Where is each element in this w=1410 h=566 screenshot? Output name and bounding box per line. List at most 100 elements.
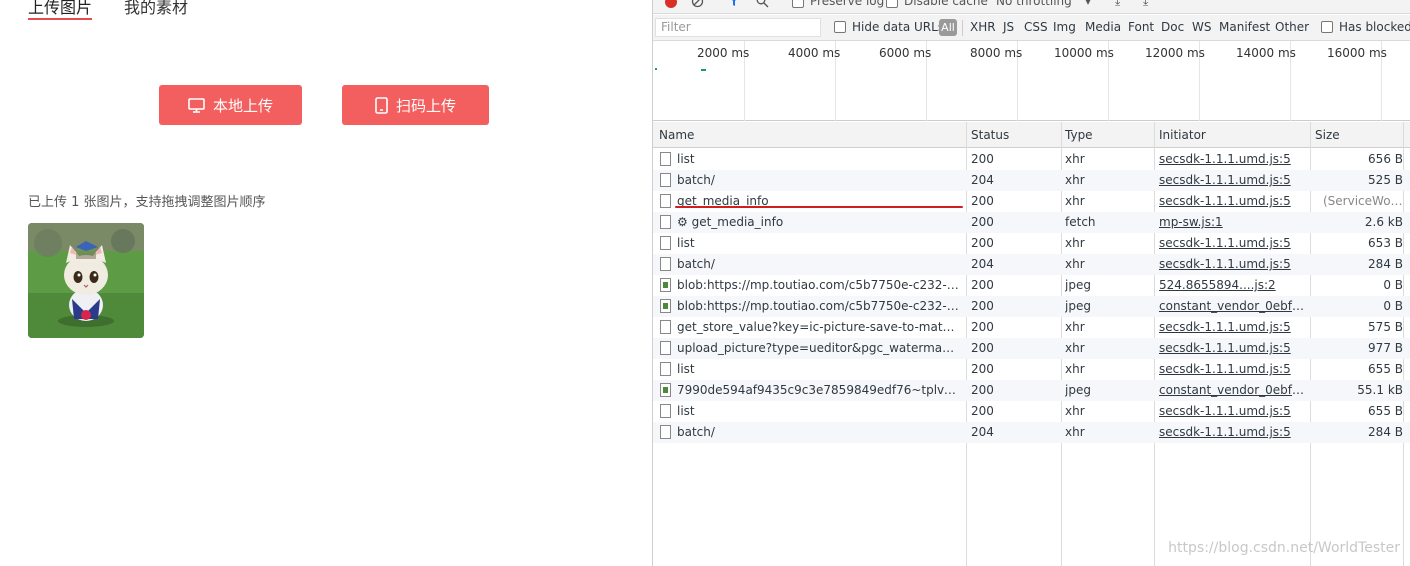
- filter-input[interactable]: Filter: [655, 18, 821, 37]
- table-row[interactable]: batch/204 xhr secsdk-1.1.1.umd.js:5 525 B: [653, 170, 1410, 191]
- image-file-icon: [660, 278, 671, 292]
- request-name[interactable]: 7990de594af9435c9c3e7859849edf76~tplv-ob…: [677, 383, 959, 397]
- import-icon[interactable]: ⤓: [1115, 0, 1120, 9]
- request-size: 0 B: [1383, 278, 1403, 292]
- requests-table-header: Name Status Type Initiator Size: [653, 122, 1410, 148]
- request-initiator-link[interactable]: secsdk-1.1.1.umd.js:5: [1159, 362, 1305, 376]
- table-row[interactable]: get_media_info 200 xhr secsdk-1.1.1.umd.js:…: [653, 191, 1410, 212]
- tab-my-materials[interactable]: 我的素材: [124, 0, 188, 18]
- request-name[interactable]: batch/: [677, 425, 959, 439]
- table-row[interactable]: list 200 xhr secsdk-1.1.1.umd.js:5 653 B: [653, 233, 1410, 254]
- filter-media[interactable]: Media: [1085, 20, 1121, 34]
- table-row[interactable]: list 200 xhr secsdk-1.1.1.umd.js:5 655 B: [653, 359, 1410, 380]
- request-initiator-link[interactable]: secsdk-1.1.1.umd.js:5: [1159, 320, 1305, 334]
- request-name[interactable]: blob:https://mp.toutiao.com/c5b7750e-c23…: [677, 299, 959, 313]
- filter-manifest[interactable]: Manifest: [1219, 20, 1270, 34]
- tab-upload-image[interactable]: 上传图片: [28, 0, 92, 18]
- timeline-tick: 14000 ms: [1236, 46, 1296, 60]
- table-row[interactable]: 7990de594af9435c9c3e7859849edf76~tplv-ob…: [653, 380, 1410, 401]
- preserve-log-checkbox[interactable]: [792, 0, 804, 8]
- timeline-tick: 6000 ms: [879, 46, 932, 60]
- column-type[interactable]: Type: [1065, 128, 1093, 142]
- request-status: 200: [971, 341, 994, 355]
- filter-xhr[interactable]: XHR: [970, 20, 996, 34]
- hide-data-urls-label: Hide data URLs: [852, 20, 945, 34]
- clear-icon[interactable]: [691, 0, 704, 11]
- table-row[interactable]: list 200 xhr secsdk-1.1.1.umd.js:5 655 B: [653, 401, 1410, 422]
- local-upload-label: 本地上传: [212, 96, 273, 115]
- uploaded-image-thumbnail[interactable]: [28, 223, 144, 338]
- request-name[interactable]: ⚙ get_media_info: [677, 215, 959, 229]
- request-name[interactable]: batch/: [677, 257, 959, 271]
- request-initiator-link[interactable]: secsdk-1.1.1.umd.js:5: [1159, 425, 1305, 439]
- request-initiator-link[interactable]: secsdk-1.1.1.umd.js:5: [1159, 236, 1305, 250]
- request-status: 200: [971, 215, 994, 229]
- request-status: 200: [971, 278, 994, 292]
- request-type: jpeg: [1065, 278, 1091, 292]
- column-size[interactable]: Size: [1315, 128, 1340, 142]
- request-name[interactable]: list: [677, 404, 959, 418]
- request-initiator-link[interactable]: constant_vendor_0ebfcfe...: [1159, 383, 1305, 397]
- request-name[interactable]: batch/: [677, 173, 959, 187]
- request-initiator-link[interactable]: constant_vendor_0ebfcfe...: [1159, 299, 1305, 313]
- table-row[interactable]: blob:https://mp.toutiao.com/c5b7750e-c23…: [653, 275, 1410, 296]
- record-icon[interactable]: [665, 0, 677, 8]
- request-initiator-link[interactable]: 524.8655894....js:2: [1159, 278, 1305, 292]
- request-name[interactable]: upload_picture?type=ueditor&pgc_watermar…: [677, 341, 959, 355]
- document-file-icon: [660, 173, 671, 187]
- chevron-down-icon[interactable]: ▾: [1085, 0, 1091, 8]
- export-icon[interactable]: ⤓: [1143, 0, 1148, 9]
- table-row[interactable]: upload_picture?type=ueditor&pgc_watermar…: [653, 338, 1410, 359]
- scan-upload-button[interactable]: 扫码上传: [342, 85, 489, 125]
- request-size: 55.1 kB: [1357, 383, 1403, 397]
- timeline-overview[interactable]: 2000 ms 4000 ms 6000 ms 8000 ms 10000 ms…: [653, 41, 1410, 121]
- phone-icon: [375, 96, 388, 114]
- timeline-tick: 8000 ms: [970, 46, 1023, 60]
- throttling-select[interactable]: No throttling: [996, 0, 1072, 8]
- table-row[interactable]: ⚙ get_media_info 200 fetch mp-sw.js:1 2.6 kB: [653, 212, 1410, 233]
- request-status: 204: [971, 425, 994, 439]
- request-name[interactable]: list: [677, 236, 959, 250]
- request-status: 200: [971, 194, 994, 208]
- column-status[interactable]: Status: [971, 128, 1009, 142]
- filter-img[interactable]: Img: [1053, 20, 1076, 34]
- timeline-bar: [655, 68, 657, 70]
- table-row[interactable]: list 200 xhr secsdk-1.1.1.umd.js:5 656 B: [653, 149, 1410, 170]
- filter-doc[interactable]: Doc: [1161, 20, 1184, 34]
- request-size: 0 B: [1383, 299, 1403, 313]
- has-blocked-checkbox[interactable]: [1321, 21, 1333, 33]
- filter-ws[interactable]: WS: [1192, 20, 1211, 34]
- filter-js[interactable]: JS: [1003, 20, 1014, 34]
- request-initiator-link[interactable]: secsdk-1.1.1.umd.js:5: [1159, 404, 1305, 418]
- request-initiator-link[interactable]: secsdk-1.1.1.umd.js:5: [1159, 173, 1305, 187]
- document-file-icon: [660, 194, 671, 208]
- table-row[interactable]: blob:https://mp.toutiao.com/c5b7750e-c23…: [653, 296, 1410, 317]
- hide-data-urls-checkbox[interactable]: [834, 21, 846, 33]
- request-initiator-link[interactable]: secsdk-1.1.1.umd.js:5: [1159, 257, 1305, 271]
- disable-cache-checkbox[interactable]: [886, 0, 898, 8]
- request-name[interactable]: list: [677, 362, 959, 376]
- filter-font[interactable]: Font: [1128, 20, 1154, 34]
- table-row[interactable]: get_store_value?key=ic-picture-save-to-m…: [653, 317, 1410, 338]
- request-type: xhr: [1065, 236, 1085, 250]
- request-initiator-link[interactable]: mp-sw.js:1: [1159, 215, 1305, 229]
- search-icon[interactable]: [756, 0, 769, 11]
- table-row[interactable]: batch/204 xhr secsdk-1.1.1.umd.js:5 284 B: [653, 254, 1410, 275]
- request-initiator-link[interactable]: secsdk-1.1.1.umd.js:5: [1159, 194, 1305, 208]
- request-name[interactable]: list: [677, 152, 959, 166]
- column-name[interactable]: Name: [659, 128, 694, 142]
- request-size: 284 B: [1368, 425, 1403, 439]
- monitor-icon: [188, 97, 205, 113]
- request-name[interactable]: blob:https://mp.toutiao.com/c5b7750e-c23…: [677, 278, 959, 292]
- request-initiator-link[interactable]: secsdk-1.1.1.umd.js:5: [1159, 341, 1305, 355]
- filter-other[interactable]: Other: [1275, 20, 1309, 34]
- local-upload-button[interactable]: 本地上传: [159, 85, 302, 125]
- request-status: 200: [971, 299, 994, 313]
- request-initiator-link[interactable]: secsdk-1.1.1.umd.js:5: [1159, 152, 1305, 166]
- table-row[interactable]: batch/204 xhr secsdk-1.1.1.umd.js:5 284 B: [653, 422, 1410, 443]
- filter-all-button[interactable]: All: [939, 19, 957, 36]
- column-initiator[interactable]: Initiator: [1159, 128, 1206, 142]
- filter-funnel-icon[interactable]: [728, 0, 740, 10]
- request-name[interactable]: get_store_value?key=ic-picture-save-to-m…: [677, 320, 959, 334]
- filter-css[interactable]: CSS: [1024, 20, 1048, 34]
